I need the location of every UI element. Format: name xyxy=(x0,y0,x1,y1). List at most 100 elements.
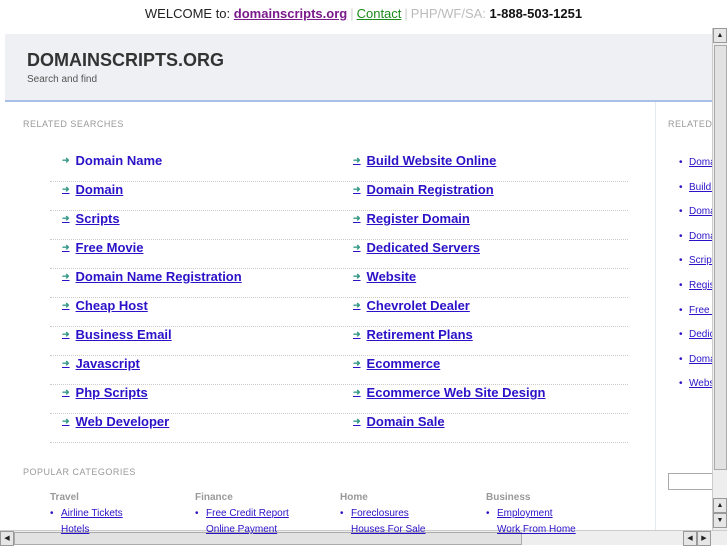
related-search-link[interactable]: ➜ Javascript xyxy=(62,356,140,371)
arrow-icon: ➜ xyxy=(62,300,70,310)
link-label: Cheap Host xyxy=(75,298,148,313)
sidebar-link[interactable]: Domain Registration xyxy=(679,231,712,242)
sidebar-link[interactable]: Domain Name xyxy=(679,157,712,168)
arrow-icon: ➜ xyxy=(62,416,70,426)
search-row: ➜ Business Email ➜ Retirement Plans xyxy=(50,327,628,356)
sidebar-link[interactable]: Dedicated Servers xyxy=(679,329,712,340)
link-label: Domain Registration xyxy=(366,182,494,197)
arrow-icon: ➜ xyxy=(353,242,361,252)
related-searches-label: RELATED SEARCHES xyxy=(23,119,124,129)
link-label: Domain Name Registration xyxy=(75,269,242,284)
related-search-link[interactable]: ➜ Ecommerce xyxy=(353,356,440,371)
link-label: Website xyxy=(366,269,417,284)
arrow-icon: ➜ xyxy=(353,184,361,194)
scroll-up-button[interactable]: ▲ xyxy=(713,28,727,43)
arrow-icon: ➜ xyxy=(62,387,70,397)
category-heading: Finance xyxy=(195,492,233,503)
search-row: ➜ Cheap Host ➜ Chevrolet Dealer xyxy=(50,298,628,327)
scroll-left-button[interactable]: ◀ xyxy=(0,531,14,546)
link-label: Ecommerce Web Site Design xyxy=(366,385,546,400)
arrow-icon: ➜ xyxy=(62,329,70,339)
top-bar: WELCOME to: domainscripts.org | Contact | PH… xyxy=(0,6,727,21)
right-sidebar: RELATED Domain Name Build Website Online D… xyxy=(655,102,712,530)
arrow-icon: ➜ xyxy=(353,358,361,368)
category-link[interactable]: Houses For Sale xyxy=(351,524,425,535)
related-search-link[interactable]: ➜ Build Website Online xyxy=(353,153,496,168)
related-search-link[interactable]: ➜ Business Email xyxy=(62,327,172,342)
sidebar-link[interactable]: Free Movie xyxy=(679,305,712,316)
arrow-icon: ➜ xyxy=(353,271,361,281)
category-link[interactable]: Airline Tickets xyxy=(50,508,123,519)
sidebar-link[interactable]: Domain Name Registration xyxy=(679,354,712,365)
arrow-icon: ➜ xyxy=(62,358,70,368)
search-row: ➜ Php Scripts ➜ Ecommerce Web Site Design xyxy=(50,385,628,414)
related-search-link[interactable]: ➜ Scripts xyxy=(62,211,120,226)
sidebar-related-label: RELATED xyxy=(668,119,712,129)
link-label: Register Domain xyxy=(366,211,470,226)
link-label: Retirement Plans xyxy=(366,327,473,342)
category-heading: Travel xyxy=(50,492,79,503)
related-search-link[interactable]: ➜ Domain Registration xyxy=(353,182,494,197)
related-search-link[interactable]: ➜ Php Scripts xyxy=(62,385,148,400)
arrow-icon: ➜ xyxy=(62,242,70,252)
scroll-right-button[interactable]: ▶ xyxy=(697,531,711,546)
link-label: Domain Name xyxy=(75,153,163,168)
link-label: Business Email xyxy=(75,327,172,342)
arrow-icon: ➜ xyxy=(62,184,70,194)
sidebar-link[interactable]: Scripts xyxy=(679,255,712,266)
sidebar-link[interactable]: Website xyxy=(679,378,712,389)
arrow-icon: ➜ xyxy=(353,387,361,397)
php-label: PHP/WF/SA: xyxy=(410,6,486,21)
related-search-link[interactable]: ➜ Domain Name Registration xyxy=(62,269,242,284)
category-link[interactable]: Work From Home xyxy=(497,524,576,535)
arrow-icon: ➜ xyxy=(62,271,70,281)
link-label: Domain xyxy=(75,182,124,197)
contact-link[interactable]: Contact xyxy=(357,6,402,21)
link-label: Ecommerce xyxy=(366,356,441,371)
related-search-link[interactable]: ➜ Domain xyxy=(62,182,123,197)
related-search-link[interactable]: ➜ Web Developer xyxy=(62,414,169,429)
link-label: Dedicated Servers xyxy=(366,240,480,255)
search-row: ➜ Domain Name Registration ➜ Website xyxy=(50,269,628,298)
search-row: ➜ Free Movie ➜ Dedicated Servers xyxy=(50,240,628,269)
search-row: ➜ Javascript ➜ Ecommerce xyxy=(50,356,628,385)
popular-categories-label: POPULAR CATEGORIES xyxy=(23,467,136,477)
related-search-link[interactable]: ➜ Domain Sale xyxy=(353,414,445,429)
site-title: DOMAINSCRIPTS.ORG xyxy=(27,50,225,70)
link-label: Build Website Online xyxy=(366,153,497,168)
related-search-link[interactable]: ➜ Dedicated Servers xyxy=(353,240,480,255)
arrow-icon: ➜ xyxy=(353,155,361,165)
site-link[interactable]: domainscripts.org xyxy=(234,6,347,21)
related-search-link[interactable]: ➜ Domain Name xyxy=(62,153,162,168)
scroll-left-button[interactable]: ◀ xyxy=(683,531,697,546)
related-search-link[interactable]: ➜ Ecommerce Web Site Design xyxy=(353,385,545,400)
category-link[interactable]: Free Credit Report xyxy=(195,508,289,519)
related-search-link[interactable]: ➜ Chevrolet Dealer xyxy=(353,298,470,313)
scroll-up-button[interactable]: ▲ xyxy=(713,498,727,513)
vertical-scroll-thumb[interactable] xyxy=(714,45,727,470)
sidebar-link[interactable]: Domain xyxy=(679,206,712,217)
related-search-link[interactable]: ➜ Free Movie xyxy=(62,240,143,255)
sidebar-link[interactable]: Register Domain xyxy=(679,280,712,291)
category-link[interactable]: Hotels xyxy=(61,524,89,535)
scroll-down-button[interactable]: ▼ xyxy=(713,513,727,528)
sidebar-search-input[interactable] xyxy=(668,473,712,490)
arrow-icon: ➜ xyxy=(353,329,361,339)
category-link[interactable]: Employment xyxy=(486,508,552,519)
search-row: ➜ Web Developer ➜ Domain Sale xyxy=(50,414,628,443)
phone-number: 1-888-503-1251 xyxy=(489,6,583,21)
link-label: Php Scripts xyxy=(75,385,148,400)
category-link[interactable]: Online Payment xyxy=(206,524,277,535)
related-search-link[interactable]: ➜ Website xyxy=(353,269,416,284)
search-row: ➜ Domain Name ➜ Build Website Online xyxy=(50,153,628,182)
related-search-link[interactable]: ➜ Retirement Plans xyxy=(353,327,473,342)
related-search-link[interactable]: ➜ Cheap Host xyxy=(62,298,148,313)
vertical-scrollbar[interactable]: ▲ ▲ ▼ xyxy=(712,28,727,530)
category-link[interactable]: Foreclosures xyxy=(340,508,409,519)
arrow-icon: ➜ xyxy=(353,213,361,223)
related-search-link[interactable]: ➜ Register Domain xyxy=(353,211,470,226)
search-row: ➜ Scripts ➜ Register Domain xyxy=(50,211,628,240)
link-label: Web Developer xyxy=(75,414,170,429)
header: DOMAINSCRIPTS.ORG Search and find xyxy=(5,34,712,102)
sidebar-link[interactable]: Build Website Online xyxy=(679,182,712,193)
